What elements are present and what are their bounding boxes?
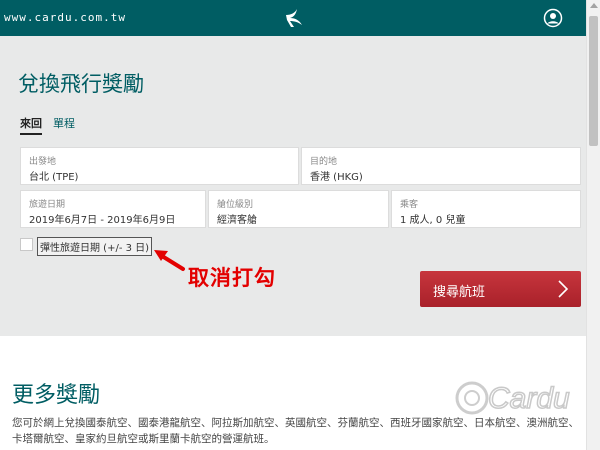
annotation-text: 取消打勾	[188, 266, 276, 290]
passengers-field[interactable]: 乘客 1 成人, 0 兒童	[391, 190, 581, 228]
passengers-label: 乘客	[400, 200, 419, 210]
flexible-dates-checkbox[interactable]	[20, 238, 33, 251]
tab-round-trip[interactable]: 來回	[20, 115, 42, 135]
watermark-text: Cardu	[488, 382, 570, 415]
travel-dates-field[interactable]: 旅遊日期 2019年6月7日 - 2019年6月9日	[20, 190, 206, 228]
search-flights-button[interactable]: 搜尋航班	[420, 271, 581, 307]
page-title: 兌換飛行獎勵	[18, 72, 144, 96]
top-nav-bar: www.cardu.com.tw	[0, 0, 586, 36]
scroll-thumb[interactable]	[589, 16, 598, 146]
brushwing-logo-icon[interactable]	[282, 6, 306, 30]
more-rewards-heading: 更多獎勵	[12, 383, 101, 408]
cabin-class-value: 經濟客艙	[217, 215, 257, 226]
scroll-up-arrow-icon[interactable]	[590, 3, 598, 8]
travel-dates-value: 2019年6月7日 - 2019年6月9日	[29, 215, 176, 226]
cardu-watermark-logo: Cardu	[455, 381, 571, 416]
chevron-right-icon	[558, 280, 569, 298]
origin-field[interactable]: 出發地 台北 (TPE)	[20, 147, 299, 185]
destination-field[interactable]: 目的地 香港 (HKG)	[301, 147, 581, 185]
annotation-arrow-icon	[154, 250, 185, 271]
site-url-overlay: www.cardu.com.tw	[4, 11, 126, 24]
passengers-value: 1 成人, 0 兒童	[400, 215, 466, 226]
cabin-class-field[interactable]: 艙位級別 經濟客艙	[208, 190, 389, 228]
destination-label: 目的地	[310, 157, 338, 167]
tab-one-way[interactable]: 單程	[53, 115, 75, 131]
vertical-scrollbar[interactable]	[586, 0, 600, 450]
destination-value: 香港 (HKG)	[310, 172, 363, 183]
cabin-class-label: 艙位級別	[217, 200, 254, 210]
origin-label: 出發地	[29, 157, 57, 167]
origin-value: 台北 (TPE)	[29, 172, 79, 183]
flexible-dates-label[interactable]: 彈性旅遊日期 (+/- 3 日)	[37, 237, 153, 256]
travel-dates-label: 旅遊日期	[29, 200, 66, 210]
user-account-icon[interactable]	[543, 8, 563, 28]
search-flights-label: 搜尋航班	[433, 285, 486, 300]
